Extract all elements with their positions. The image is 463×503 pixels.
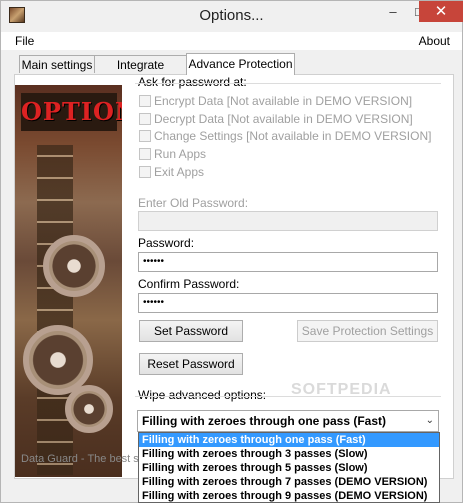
encrypt-data-checkbox[interactable] (139, 95, 151, 107)
film-reel-image (65, 385, 113, 433)
decrypt-data-label: Decrypt Data [Not available in DEMO VERS… (154, 112, 413, 126)
change-settings-label: Change Settings [Not available in DEMO V… (154, 129, 432, 143)
options-window: Options... – □ ✕ File About Main setting… (0, 0, 463, 503)
wipe-option[interactable]: Filling with zeroes through 7 passes (DE… (139, 475, 439, 489)
status-text: Data Guard - The best s (21, 453, 139, 465)
menu-bar: File About (1, 32, 462, 50)
wipe-option[interactable]: Filling with zeroes through 3 passes (Sl… (139, 447, 439, 461)
wipe-method-list: Filling with zeroes through one pass (Fa… (138, 432, 440, 503)
wipe-option[interactable]: Filling with zeroes through one pass (Fa… (139, 433, 439, 447)
options-banner-image: OPTIONS (15, 85, 122, 477)
confirm-password-label: Confirm Password: (138, 277, 240, 291)
password-group-label: Ask for password at: (138, 75, 247, 89)
title-bar: Options... – □ ✕ (1, 1, 463, 32)
old-password-field[interactable] (138, 211, 438, 231)
menu-file[interactable]: File (15, 34, 34, 48)
wipe-method-dropdown[interactable]: Filling with zeroes through one pass (Fa… (137, 410, 439, 432)
save-protection-settings-button[interactable]: Save Protection Settings (297, 320, 438, 342)
group-divider (135, 396, 441, 397)
softpedia-watermark: SOFTPEDIA (291, 381, 392, 398)
minimize-button[interactable]: – (379, 1, 407, 22)
menu-about[interactable]: About (419, 34, 450, 48)
run-apps-checkbox[interactable] (139, 148, 151, 160)
tab-main-settings[interactable]: Main settings (19, 55, 95, 73)
film-reel-image (23, 325, 93, 395)
change-settings-checkbox[interactable] (139, 130, 151, 142)
old-password-label: Enter Old Password: (138, 196, 249, 210)
reset-password-button[interactable]: Reset Password (139, 353, 243, 375)
tab-advance-protection[interactable]: Advance Protection (186, 53, 295, 75)
options-logo: OPTIONS (21, 93, 122, 131)
exit-apps-checkbox[interactable] (139, 166, 151, 178)
wipe-option[interactable]: Filling with zeroes through 9 passes (DE… (139, 489, 439, 503)
confirm-password-field[interactable]: •••••• (138, 293, 438, 313)
film-reel-image (43, 235, 105, 297)
wipe-options-label: Wipe advanced options: (138, 388, 267, 402)
run-apps-label: Run Apps (154, 147, 207, 161)
tab-strip: Main settings Integrate settings Advance… (1, 53, 462, 90)
tab-integrate-settings[interactable]: Integrate settings (94, 55, 187, 90)
film-strip (37, 145, 73, 475)
chevron-down-icon[interactable]: ⌄ (426, 411, 434, 431)
decrypt-data-checkbox[interactable] (139, 113, 151, 125)
wipe-method-selected: Filling with zeroes through one pass (Fa… (142, 414, 387, 428)
password-label: Password: (138, 236, 195, 250)
password-field[interactable]: •••••• (138, 252, 438, 272)
exit-apps-label: Exit Apps (154, 165, 205, 179)
close-button[interactable]: ✕ (419, 1, 463, 22)
encrypt-data-label: Encrypt Data [Not available in DEMO VERS… (154, 94, 413, 108)
wipe-option[interactable]: Filling with zeroes through 5 passes (Sl… (139, 461, 439, 475)
group-divider (135, 83, 441, 84)
set-password-button[interactable]: Set Password (139, 320, 243, 342)
